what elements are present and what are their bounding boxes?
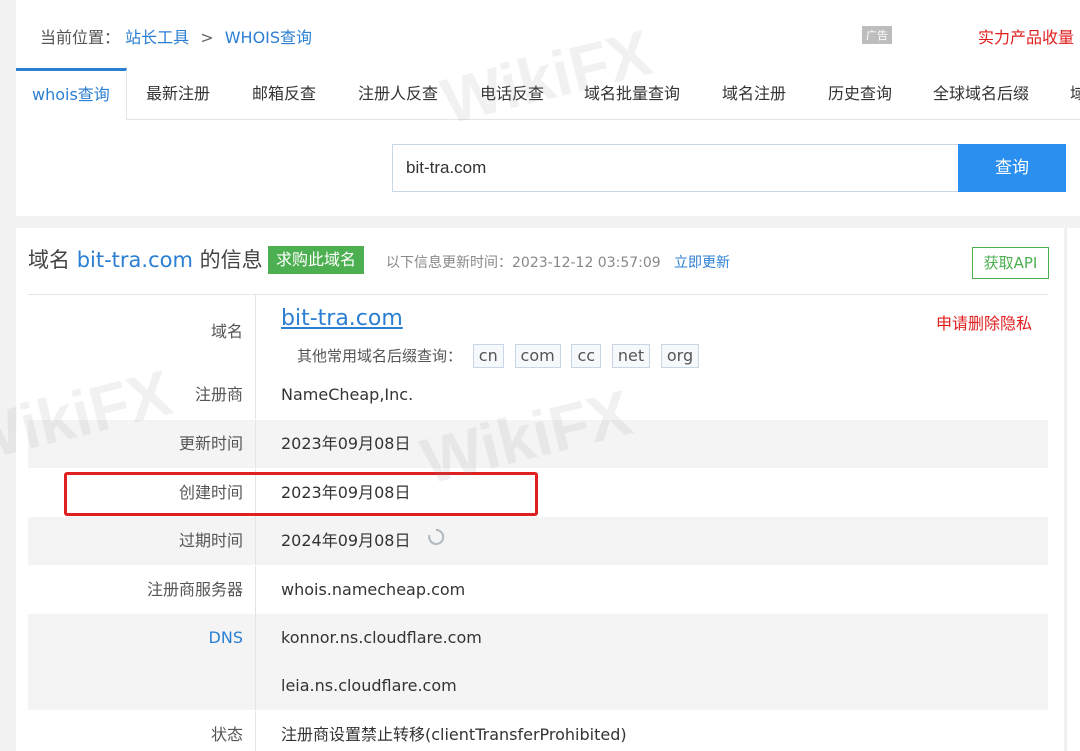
side-panel-edge xyxy=(1066,228,1080,751)
breadcrumb-home-link[interactable]: 站长工具 xyxy=(125,28,189,47)
suffix-org-link[interactable]: org xyxy=(660,344,700,368)
domain-search-input[interactable]: bit-tra.com xyxy=(392,144,958,192)
suffix-row: 其他常用域名后缀查询： cn com cc net org xyxy=(297,344,700,368)
row-value: whois.namecheap.com xyxy=(281,580,466,599)
row-dns: DNS konnor.ns.cloudflare.com xyxy=(28,614,1048,662)
tab-global-suffix[interactable]: 全球域名后缀 xyxy=(933,68,1029,120)
suffix-net-link[interactable]: net xyxy=(611,344,651,368)
tab-more[interactable]: 域 xyxy=(1070,68,1080,120)
privacy-delete-link[interactable]: 申请删除隐私 xyxy=(936,310,1032,334)
breadcrumb-separator: > xyxy=(200,28,214,47)
suffix-cn-link[interactable]: cn xyxy=(472,344,504,368)
row-status: 状态 注册商设置禁止转移(clientTransferProhibited) xyxy=(28,711,1048,751)
search-button[interactable]: 查询 xyxy=(958,144,1066,192)
tab-bar: whois查询 最新注册 邮箱反查 注册人反查 电话反查 域名批量查询 域名注册… xyxy=(16,68,1080,121)
row-label: 状态 xyxy=(28,711,256,751)
row-label: 更新时间 xyxy=(28,420,256,468)
get-api-button[interactable]: 获取API xyxy=(972,247,1049,279)
domain-link[interactable]: bit-tra.com xyxy=(281,306,403,331)
buy-domain-button[interactable]: 求购此域名 xyxy=(268,246,365,274)
row-value: 2023年09月08日 xyxy=(281,434,411,453)
info-title: 域名 bit-tra.com 的信息 xyxy=(28,244,263,274)
tab-email-reverse[interactable]: 邮箱反查 xyxy=(252,68,316,120)
row-value: leia.ns.cloudflare.com xyxy=(281,676,457,695)
search-area: bit-tra.com 查询 xyxy=(16,120,1080,216)
highlight-annotation-box xyxy=(64,472,538,516)
row-label: DNS xyxy=(28,614,256,662)
suffix-com-link[interactable]: com xyxy=(514,344,561,368)
suffix-prompt: 其他常用域名后缀查询： xyxy=(297,347,463,365)
row-value: 2024年09月08日 xyxy=(281,531,411,550)
breadcrumb-prefix: 当前位置： xyxy=(40,28,121,47)
row-dns-2: leia.ns.cloudflare.com xyxy=(28,662,1048,710)
promo-link[interactable]: 实力产品收量 xyxy=(978,24,1074,48)
breadcrumb: 当前位置： 站长工具 > WHOIS查询 xyxy=(40,24,312,48)
tab-latest-registered[interactable]: 最新注册 xyxy=(146,68,210,120)
row-label xyxy=(28,662,256,710)
ad-tag: 广告 xyxy=(862,26,892,44)
row-expires: 过期时间 2024年09月08日 xyxy=(28,517,1048,565)
row-value: 注册商设置禁止转移(clientTransferProhibited) xyxy=(281,725,627,744)
breadcrumb-bar: 当前位置： 站长工具 > WHOIS查询 广告 实力产品收量 xyxy=(16,0,1080,68)
row-registrar-server: 注册商服务器 whois.namecheap.com xyxy=(28,566,1048,614)
row-value: konnor.ns.cloudflare.com xyxy=(281,628,482,647)
row-value: NameCheap,Inc. xyxy=(281,385,414,404)
info-title-prefix: 域名 xyxy=(28,248,70,272)
refresh-icon[interactable] xyxy=(426,518,446,566)
suffix-cc-link[interactable]: cc xyxy=(571,344,602,368)
update-time-text: 以下信息更新时间：2023-12-12 03:57:09 xyxy=(386,255,661,271)
row-label: 过期时间 xyxy=(28,517,256,565)
info-title-suffix: 的信息 xyxy=(199,248,263,272)
tab-bulk-query[interactable]: 域名批量查询 xyxy=(584,68,680,120)
tab-history[interactable]: 历史查询 xyxy=(828,68,892,120)
row-value-wrap: 2024年09月08日 xyxy=(281,517,446,566)
info-title-domain: bit-tra.com xyxy=(76,248,193,272)
row-label: 注册商 xyxy=(28,371,256,419)
update-now-link[interactable]: 立即更新 xyxy=(674,252,730,272)
page: 当前位置： 站长工具 > WHOIS查询 广告 实力产品收量 whois查询 最… xyxy=(0,0,1080,751)
tab-domain-register[interactable]: 域名注册 xyxy=(722,68,786,120)
row-updated: 更新时间 2023年09月08日 xyxy=(28,420,1048,468)
row-registrar: 注册商 NameCheap,Inc. xyxy=(28,371,1048,419)
breadcrumb-current-link[interactable]: WHOIS查询 xyxy=(225,28,312,47)
tab-whois[interactable]: whois查询 xyxy=(16,68,127,121)
row-label: 注册商服务器 xyxy=(28,566,256,614)
tab-registrant-reverse[interactable]: 注册人反查 xyxy=(358,68,438,120)
tab-phone-reverse[interactable]: 电话反查 xyxy=(480,68,544,120)
